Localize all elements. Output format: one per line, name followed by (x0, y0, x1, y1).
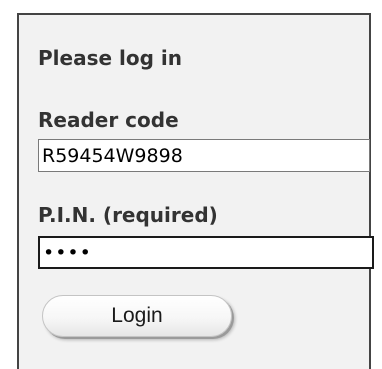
pin-label: P.I.N. (required) (38, 203, 218, 227)
pin-input[interactable] (38, 236, 374, 269)
reader-code-input[interactable] (38, 139, 370, 172)
reader-code-label: Reader code (38, 108, 179, 132)
login-panel: Please log in Reader code P.I.N. (requir… (17, 13, 374, 369)
login-heading: Please log in (38, 46, 182, 70)
login-button[interactable]: Login (42, 295, 232, 337)
